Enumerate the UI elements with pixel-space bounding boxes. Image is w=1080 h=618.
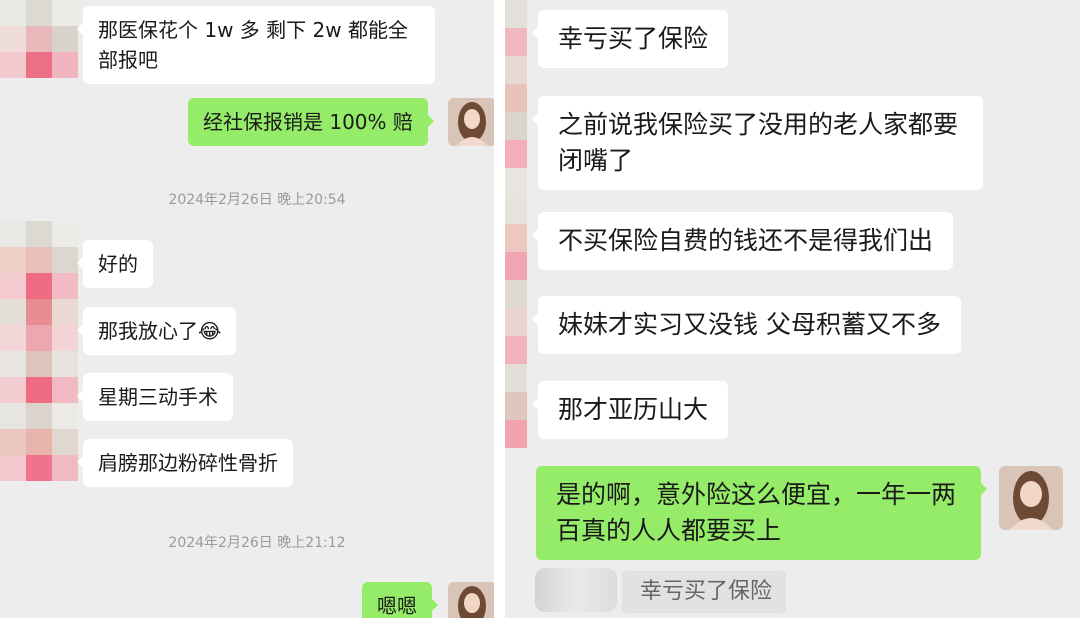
- chat-panel-left: 那医保花个 1w 多 剩下 2w 都能全部报吧 经社保报销是 100% 赔 20…: [0, 0, 494, 618]
- message-bubble-outgoing[interactable]: 嗯嗯: [362, 582, 438, 618]
- chat-panel-right: 幸亏买了保险 之前说我保险买了没用的老人家都要闭嘴了 不买保险自费的钱还不是得我…: [505, 0, 1080, 618]
- message-text: 之前说我保险买了没用的老人家都要闭嘴了: [558, 110, 959, 175]
- message-bubble[interactable]: 之前说我保险买了没用的老人家都要闭嘴了: [532, 96, 983, 190]
- woman-portrait-avatar-icon[interactable]: [448, 98, 494, 146]
- message-text: 妹妹才实习又没钱 父母积蓄又不多: [558, 310, 941, 339]
- message-text: 嗯嗯: [377, 594, 417, 618]
- woman-portrait-avatar-icon[interactable]: [999, 466, 1063, 530]
- message-bubble-outgoing[interactable]: 经社保报销是 100% 赔: [188, 98, 434, 146]
- message-text: 那医保花个 1w 多 剩下 2w 都能全部报吧: [98, 18, 408, 72]
- timestamp: 2024年2月26日 晚上21:12: [168, 535, 346, 551]
- message-bubble[interactable]: 那医保花个 1w 多 剩下 2w 都能全部报吧: [77, 6, 435, 84]
- timestamp: 2024年2月26日 晚上20:54: [168, 192, 346, 208]
- pixelated-avatar-icon: [505, 0, 527, 448]
- pixelated-avatar-icon: [0, 0, 78, 78]
- quoted-message[interactable]: 幸亏买了保险: [622, 571, 786, 613]
- blurred-quote-avatar-icon: [535, 568, 617, 612]
- pixelated-avatar-icon: [0, 221, 78, 481]
- message-bubble[interactable]: 肩膀那边粉碎性骨折: [77, 439, 293, 487]
- message-text: 那才亚历山大: [558, 395, 709, 424]
- message-text: 好的: [98, 252, 138, 276]
- message-bubble[interactable]: 不买保险自费的钱还不是得我们出: [531, 212, 954, 270]
- message-bubble[interactable]: 星期三动手术: [77, 373, 233, 421]
- panel-divider: [494, 0, 505, 618]
- message-bubble[interactable]: 那才亚历山大: [531, 381, 729, 439]
- message-text: 那我放心了: [98, 319, 198, 343]
- woman-portrait-avatar-icon[interactable]: [448, 582, 494, 618]
- message-bubble[interactable]: 幸亏买了保险: [531, 10, 729, 68]
- message-bubble[interactable]: 那我放心了😂: [76, 307, 237, 355]
- message-text: 星期三动手术: [98, 385, 218, 409]
- message-bubble-outgoing[interactable]: 是的啊，意外险这么便宜，一年一两百真的人人都要买上: [536, 466, 987, 560]
- message-text: 不买保险自费的钱还不是得我们出: [558, 226, 934, 255]
- laughing-tears-emoji-icon: 😂: [198, 319, 222, 343]
- message-text: 经社保报销是 100% 赔: [203, 110, 413, 134]
- message-bubble[interactable]: 好的: [77, 240, 153, 288]
- message-bubble[interactable]: 妹妹才实习又没钱 父母积蓄又不多: [532, 296, 961, 354]
- message-text: 幸亏买了保险: [558, 24, 709, 53]
- message-text: 是的啊，意外险这么便宜，一年一两百真的人人都要买上: [556, 480, 957, 545]
- message-text: 肩膀那边粉碎性骨折: [98, 451, 278, 475]
